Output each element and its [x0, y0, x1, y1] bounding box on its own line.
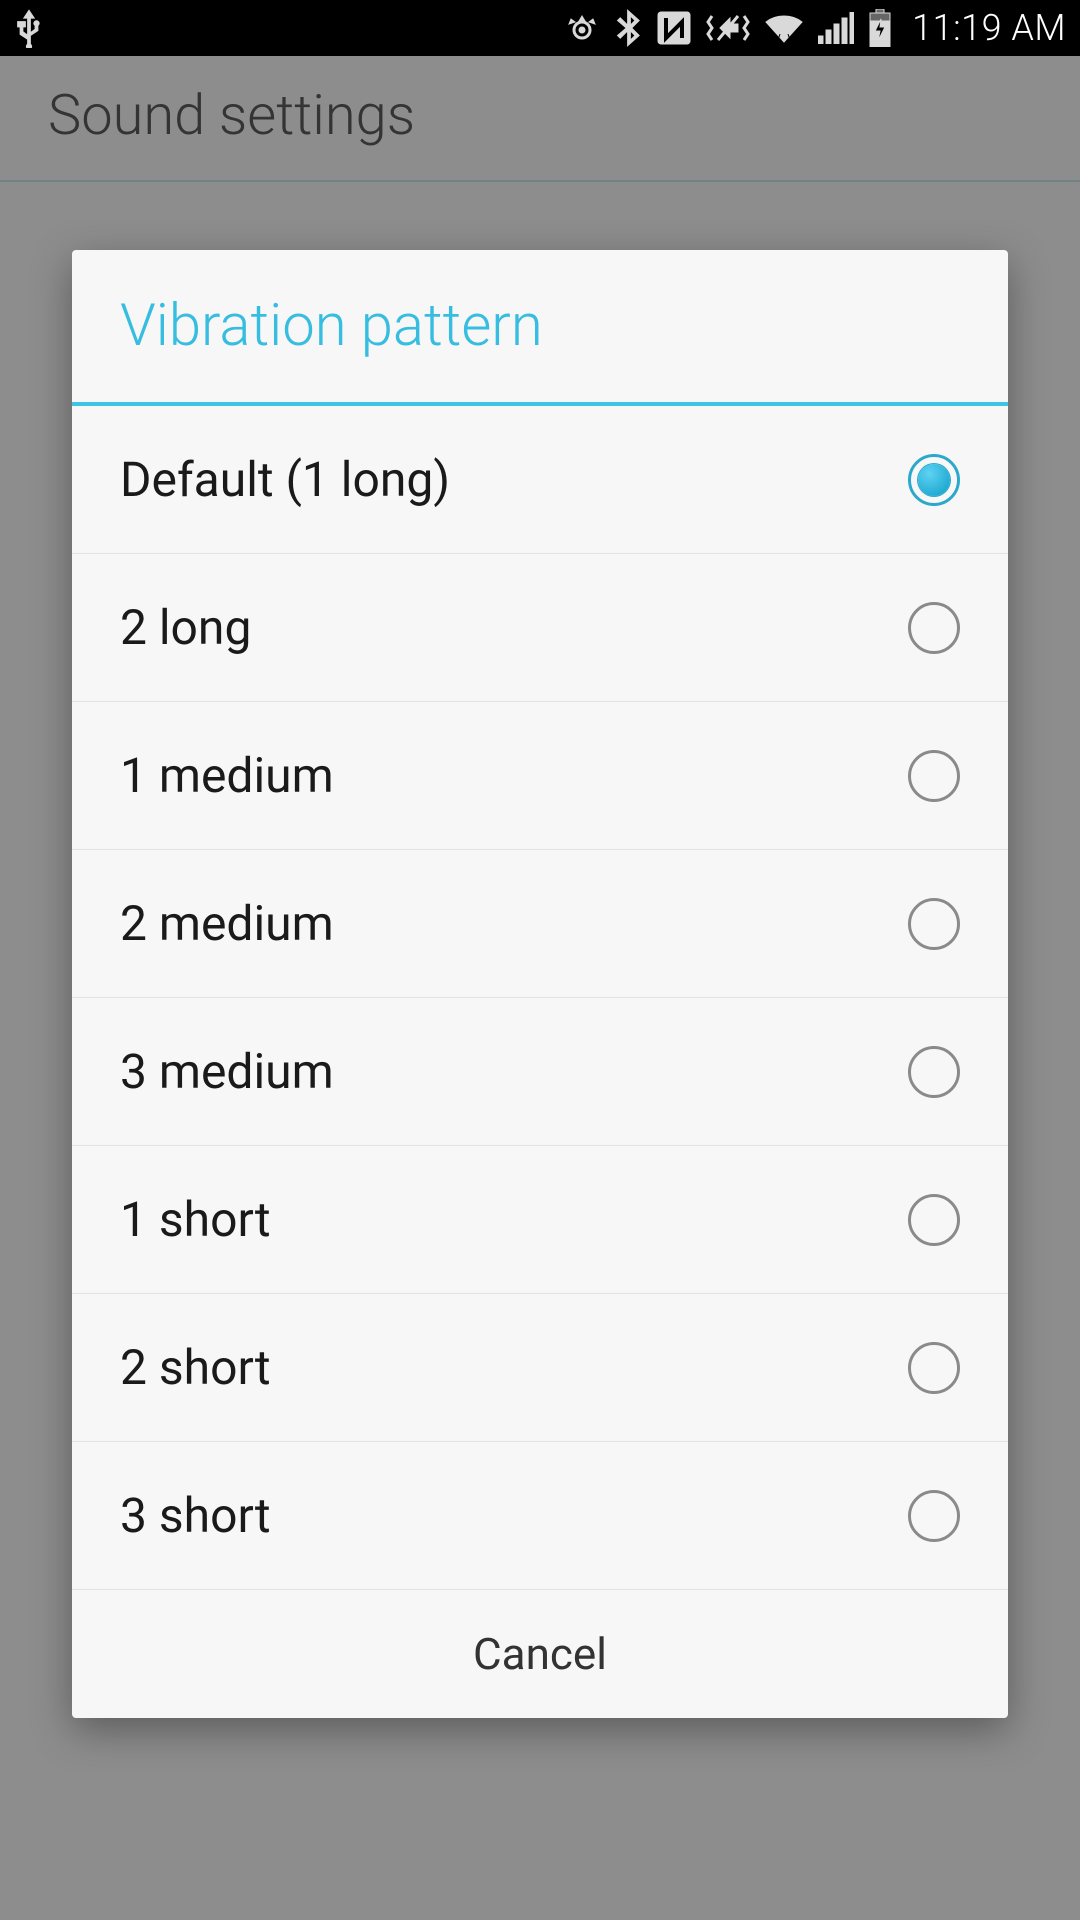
wifi-icon	[764, 12, 804, 44]
option-item[interactable]: 2 short	[72, 1294, 1008, 1442]
option-label: 2 medium	[120, 895, 334, 952]
option-item[interactable]: 2 medium	[72, 850, 1008, 998]
battery-charging-icon	[868, 9, 892, 47]
vibrate-icon	[706, 10, 750, 46]
option-label: 3 medium	[120, 1043, 334, 1100]
option-item[interactable]: 2 long	[72, 554, 1008, 702]
option-label: Default (1 long)	[120, 451, 450, 508]
dialog-title: Vibration pattern	[72, 250, 1008, 402]
radio-icon[interactable]	[908, 454, 960, 506]
option-item[interactable]: 3 short	[72, 1442, 1008, 1590]
option-item[interactable]: 3 medium	[72, 998, 1008, 1146]
cancel-button[interactable]: Cancel	[72, 1590, 1008, 1718]
option-label: 2 long	[120, 599, 251, 656]
radio-icon[interactable]	[908, 1046, 960, 1098]
option-item[interactable]: 1 medium	[72, 702, 1008, 850]
nfc-icon	[656, 10, 692, 46]
radio-icon[interactable]	[908, 898, 960, 950]
option-list: Default (1 long) 2 long 1 medium 2 medium 3 …	[72, 406, 1008, 1590]
radio-icon[interactable]	[908, 750, 960, 802]
cancel-label: Cancel	[473, 1628, 607, 1680]
radio-icon[interactable]	[908, 1342, 960, 1394]
option-label: 1 medium	[120, 747, 334, 804]
option-label: 1 short	[120, 1191, 271, 1248]
status-bar: 11:19 AM	[0, 0, 1080, 56]
option-label: 2 short	[120, 1339, 271, 1396]
option-item[interactable]: 1 short	[72, 1146, 1008, 1294]
usb-icon	[14, 8, 44, 48]
radio-icon[interactable]	[908, 602, 960, 654]
smart-stay-icon	[562, 12, 602, 44]
status-time: 11:19 AM	[912, 7, 1066, 49]
radio-icon[interactable]	[908, 1194, 960, 1246]
signal-icon	[818, 12, 854, 44]
vibration-pattern-dialog: Vibration pattern Default (1 long) 2 long…	[72, 250, 1008, 1718]
bluetooth-icon	[616, 8, 642, 48]
option-label: 3 short	[120, 1487, 271, 1544]
radio-icon[interactable]	[908, 1490, 960, 1542]
option-item[interactable]: Default (1 long)	[72, 406, 1008, 554]
